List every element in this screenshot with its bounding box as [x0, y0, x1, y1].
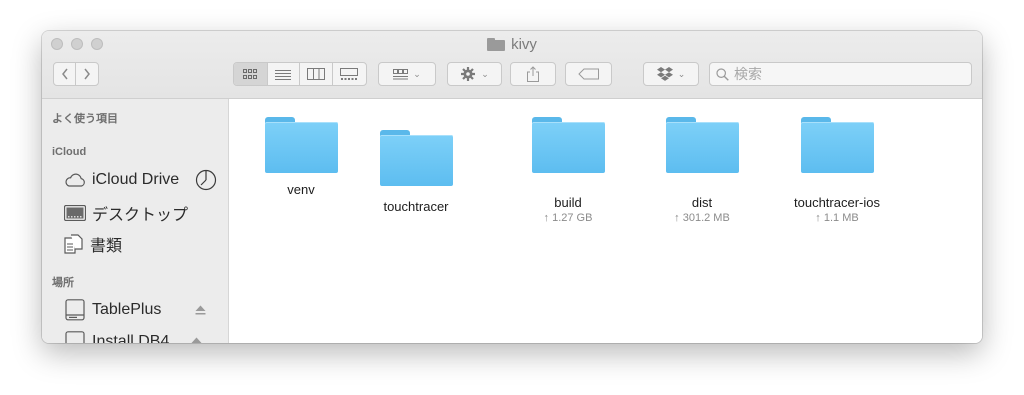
- folder-icon: [800, 117, 874, 173]
- folder-item-touchtracer[interactable]: touchtracer: [351, 130, 481, 214]
- sidebar-item-tableplus[interactable]: TablePlus: [64, 299, 206, 321]
- sidebar-item-label: TablePlus: [92, 301, 162, 318]
- forward-button[interactable]: [76, 63, 98, 85]
- gallery-view-button[interactable]: [333, 63, 366, 85]
- file-name: build: [554, 195, 582, 210]
- file-size: ↑ 1.27 GB: [543, 212, 593, 224]
- column-view-icon: [306, 68, 325, 80]
- folder-item-dist[interactable]: dist ↑ 301.2 MB: [637, 117, 767, 224]
- chevron-right-icon: [84, 68, 90, 80]
- eject-icon[interactable]: [191, 337, 202, 343]
- tag-icon: [577, 68, 599, 80]
- group-icon: [393, 68, 409, 79]
- folder-icon: [379, 130, 453, 186]
- disk-icon: [65, 331, 85, 343]
- view-mode-control: [233, 62, 367, 86]
- file-size: ↑ 1.1 MB: [815, 212, 859, 224]
- sidebar-item-label: iCloud Drive: [92, 171, 180, 188]
- sidebar-item-label: Install DB4: [92, 333, 170, 343]
- favorites-heading: よく使う項目: [52, 113, 118, 125]
- dropbox-button[interactable]: ⌄: [643, 62, 699, 86]
- search-icon: [716, 67, 729, 81]
- disk-icon: [65, 299, 85, 321]
- eject-icon[interactable]: [195, 305, 206, 315]
- column-view-button[interactable]: [300, 63, 333, 85]
- file-name: dist: [691, 195, 713, 210]
- folder-item-touchtracer-ios[interactable]: touchtracer-ios ↑ 1.1 MB: [771, 117, 903, 224]
- sidebar-item-install[interactable]: Install DB4: [64, 331, 202, 343]
- folder-item-build[interactable]: build ↑ 1.27 GB: [503, 117, 633, 224]
- gallery-view-icon: [340, 68, 359, 80]
- cloud-icon: [65, 173, 85, 187]
- file-name: venv: [287, 182, 315, 197]
- sidebar-item-label: 書類: [90, 238, 123, 255]
- folder-icon: [531, 117, 605, 173]
- list-view-button[interactable]: [268, 63, 301, 85]
- icon-view-icon: [243, 69, 258, 79]
- window-title-text: kivy: [511, 36, 537, 53]
- share-icon: [527, 66, 539, 82]
- group-by-button[interactable]: ⌄: [378, 62, 436, 86]
- folder-icon: [665, 117, 739, 173]
- action-button[interactable]: ⌄: [447, 62, 502, 86]
- chevron-left-icon: [61, 68, 68, 80]
- finder-window: kivy ⌄ ⌄ ⌄ 検索 よく使う項目 iCloud iCloud Drive…: [42, 31, 982, 343]
- share-button[interactable]: [510, 62, 556, 86]
- file-area: venv touchtracer build ↑ 1.27 GB dist ↑ …: [229, 99, 982, 343]
- desktop-icon: [64, 205, 86, 221]
- folder-icon: [264, 117, 338, 173]
- sidebar-item-icloud-drive[interactable]: iCloud Drive: [64, 169, 217, 191]
- icloud-heading: iCloud: [52, 146, 87, 158]
- locations-heading: 場所: [52, 277, 74, 289]
- window-title: kivy: [42, 36, 982, 53]
- dropbox-icon: [656, 67, 673, 81]
- list-view-icon: [275, 69, 292, 80]
- folder-icon: [487, 38, 506, 51]
- search-placeholder: 検索: [734, 66, 762, 82]
- tags-button[interactable]: [565, 62, 612, 86]
- chevron-down-icon: ⌄: [413, 68, 421, 79]
- sidebar-item-desktop[interactable]: デスクトップ: [64, 201, 188, 225]
- sidebar-item-label: デスクトップ: [92, 207, 189, 224]
- sync-progress-icon: [196, 169, 217, 191]
- sidebar: よく使う項目 iCloud iCloud Drive デスクトップ 書類 場所 …: [42, 99, 229, 343]
- nav-buttons: [53, 62, 99, 86]
- file-name: touchtracer-ios: [794, 195, 880, 210]
- documents-icon: [64, 234, 83, 254]
- file-size: ↑ 301.2 MB: [674, 212, 730, 224]
- gear-icon: [461, 67, 476, 81]
- sidebar-item-documents[interactable]: 書類: [64, 232, 122, 256]
- titlebar: kivy ⌄ ⌄ ⌄ 検索: [42, 31, 982, 99]
- chevron-down-icon: ⌄: [481, 68, 489, 79]
- file-name: touchtracer: [383, 199, 449, 214]
- icon-view-button[interactable]: [234, 63, 268, 85]
- back-button[interactable]: [54, 63, 76, 85]
- folder-item-venv[interactable]: venv: [236, 117, 366, 199]
- chevron-down-icon: ⌄: [677, 68, 686, 79]
- search-field[interactable]: 検索: [709, 62, 972, 86]
